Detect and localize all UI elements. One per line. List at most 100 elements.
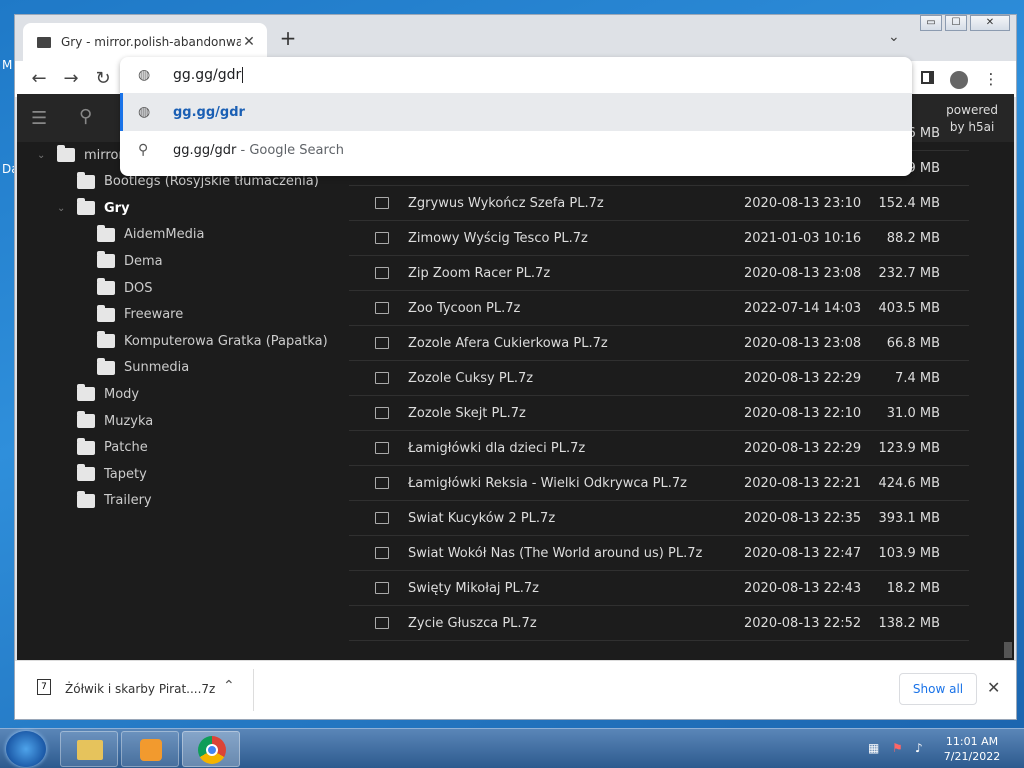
scrollbar[interactable] — [1002, 142, 1014, 660]
globe-icon: ◍ — [138, 67, 151, 83]
tree-item[interactable]: Tapety — [57, 462, 147, 486]
file-size: 232.7 MB — [878, 265, 940, 281]
tree-item[interactable]: Sunmedia — [77, 356, 189, 380]
table-row[interactable]: Łamigłówki dla dzieci PL.7z 2020-08-13 22… — [349, 431, 969, 466]
table-row[interactable]: Zimowy Wyścig Tesco PL.7z 2021-01-03 10:1… — [349, 221, 969, 256]
file-date: 2020-08-13 22:43 — [744, 580, 862, 596]
archive-icon: 7 — [37, 679, 51, 695]
table-row[interactable]: Świat Kucyków 2 PL.7z 2020-08-13 22:35 393… — [349, 501, 969, 536]
file-date: 2022-07-14 14:03 — [744, 300, 862, 316]
folder-icon — [77, 437, 95, 455]
divider — [253, 669, 254, 711]
folder-icon — [77, 198, 95, 216]
maximize-button[interactable]: ☐ — [945, 15, 967, 31]
tree-item[interactable]: Patche — [57, 436, 148, 460]
tree-item[interactable]: Freeware — [77, 303, 183, 327]
action-center-icon[interactable]: ⚑ — [892, 741, 906, 755]
tree-item-label: AidemMedia — [124, 227, 205, 243]
forward-button[interactable]: → — [59, 67, 83, 91]
reload-button[interactable]: ↻ — [91, 67, 115, 91]
table-row[interactable]: Zozole Skejt PL.7z 2020-08-13 22:10 31.0 M… — [349, 396, 969, 431]
network-icon[interactable]: ▦ — [868, 741, 882, 755]
table-row[interactable]: Życie Głuszca PL.7z 2020-08-13 22:52 138.2… — [349, 606, 969, 641]
back-button[interactable]: ← — [27, 67, 51, 91]
download-bar: 7 Żółwik i skarby Pirat....7z ⌃ Show all… — [15, 660, 1016, 719]
minimize-button[interactable]: ▭ — [920, 15, 942, 31]
tree-item[interactable]: AidemMedia — [77, 223, 204, 247]
tab-gry[interactable]: Gry - mirror.polish-abandonware.pl ✕ — [23, 23, 267, 61]
chevron-icon[interactable]: ⌄ — [57, 203, 71, 214]
search-icon: ⚲ — [138, 142, 149, 158]
file-date: 2020-08-13 23:08 — [744, 265, 862, 281]
suggestion-url[interactable]: ◍ gg.gg/gdr — [120, 93, 912, 131]
page-content: ☰ ⚲ poweredby h5ai ⌄mirror.polish-abando… — [17, 94, 1014, 660]
tree-item[interactable]: Mody — [57, 382, 139, 406]
browser-window: Gry - mirror.polish-abandonware.pl ✕ + ⌄… — [14, 14, 1017, 720]
table-row[interactable]: Zgrywus Wykończ Szefa PL.7z 2020-08-13 23… — [349, 186, 969, 221]
address-input[interactable]: gg.gg/gdr — [173, 67, 244, 83]
table-row[interactable]: Łamigłówki Reksia - Wielki Odkrywca PL.7… — [349, 466, 969, 501]
side-panel-icon[interactable] — [915, 67, 939, 91]
folder-icon — [97, 331, 115, 349]
file-name: Zoo Tycoon PL.7z — [408, 300, 521, 316]
file-size: 393.1 MB — [878, 510, 940, 526]
file-date: 2021-01-03 10:16 — [744, 230, 862, 246]
tree-item[interactable]: ⌄ Gry — [57, 196, 130, 220]
table-row[interactable]: Święty Mikołaj PL.7z 2020-08-13 22:43 18.2… — [349, 571, 969, 606]
file-icon — [375, 512, 389, 524]
tree-item[interactable]: Komputerowa Gratka (Papatka) — [77, 329, 328, 353]
file-size: 7.4 MB — [895, 370, 940, 386]
file-size: 123.9 MB — [878, 440, 940, 456]
close-window-button[interactable]: ✕ — [970, 15, 1010, 31]
file-date: 2020-08-13 22:29 — [744, 370, 862, 386]
profile-icon[interactable] — [947, 67, 971, 91]
chevron-up-icon[interactable]: ⌃ — [223, 678, 235, 694]
table-row[interactable]: Zoo Tycoon PL.7z 2022-07-14 14:03 403.5 MB — [349, 291, 969, 326]
folder-icon — [97, 278, 115, 295]
tab-search-icon[interactable]: ⌄ — [888, 29, 900, 45]
tree-item[interactable]: Trailery — [57, 489, 152, 513]
table-row[interactable]: Świat Wokół Nas (The World around us) PL… — [349, 536, 969, 571]
show-all-button[interactable]: Show all — [899, 673, 977, 705]
volume-icon[interactable]: ♪ — [915, 741, 929, 755]
menu-icon[interactable]: ⋮ — [979, 67, 1003, 91]
folder-icon — [37, 36, 51, 48]
chrome-taskbar-icon[interactable] — [182, 731, 240, 767]
file-name: Świat Wokół Nas (The World around us) PL… — [408, 545, 703, 561]
tree-item-label: Patche — [104, 440, 148, 456]
clock[interactable]: 11:01 AM 7/21/2022 — [936, 734, 1008, 764]
file-size: 66.8 MB — [886, 335, 940, 351]
table-row[interactable]: Zozole Afera Cukierkowa PL.7z 2020-08-13 … — [349, 326, 969, 361]
start-button[interactable] — [6, 731, 46, 767]
omnibox-dropdown: ◍ gg.gg/gdr ◍ gg.gg/gdr ⚲ gg.gg/gdr - Go… — [120, 57, 912, 176]
file-date: 2020-08-13 22:47 — [744, 545, 862, 561]
chevron-icon[interactable]: ⌄ — [37, 150, 51, 161]
file-date: 2020-08-13 23:08 — [744, 335, 862, 351]
tree-item[interactable]: DOS — [77, 276, 153, 300]
tab-strip: Gry - mirror.polish-abandonware.pl ✕ + ⌄… — [15, 15, 1016, 61]
table-row[interactable]: Zozole Cuksy PL.7z 2020-08-13 22:29 7.4 MB — [349, 361, 969, 396]
hamburger-icon[interactable]: ☰ — [31, 108, 47, 129]
close-download-bar-icon[interactable]: ✕ — [987, 678, 1000, 697]
scrollbar-thumb[interactable] — [1004, 642, 1012, 658]
explorer-taskbar-icon[interactable] — [60, 731, 118, 767]
download-item[interactable]: Żółwik i skarby Pirat....7z — [65, 682, 215, 696]
file-icon — [375, 232, 389, 244]
table-row[interactable]: Zip Zoom Racer PL.7z 2020-08-13 23:08 232.… — [349, 256, 969, 291]
tree-item[interactable]: Muzyka — [57, 409, 153, 433]
file-icon — [375, 407, 389, 419]
tree-item-label: Gry — [104, 200, 130, 216]
tree-item[interactable]: Dema — [77, 249, 163, 273]
close-tab-icon[interactable]: ✕ — [241, 34, 257, 50]
folder-tree: ⌄mirror.polish-abandonware.plBootlegs (R… — [17, 142, 337, 660]
folder-icon — [77, 384, 95, 402]
file-name: Życie Głuszca PL.7z — [408, 615, 537, 631]
folder-icon — [97, 304, 115, 322]
file-size: 103.9 MB — [878, 545, 940, 561]
address-bar[interactable]: ◍ gg.gg/gdr — [120, 57, 912, 93]
media-player-taskbar-icon[interactable] — [121, 731, 179, 767]
suggestion-search[interactable]: ⚲ gg.gg/gdr - Google Search — [120, 131, 912, 169]
folder-icon — [97, 224, 115, 242]
search-icon[interactable]: ⚲ — [79, 106, 92, 127]
new-tab-button[interactable]: + — [277, 27, 299, 49]
